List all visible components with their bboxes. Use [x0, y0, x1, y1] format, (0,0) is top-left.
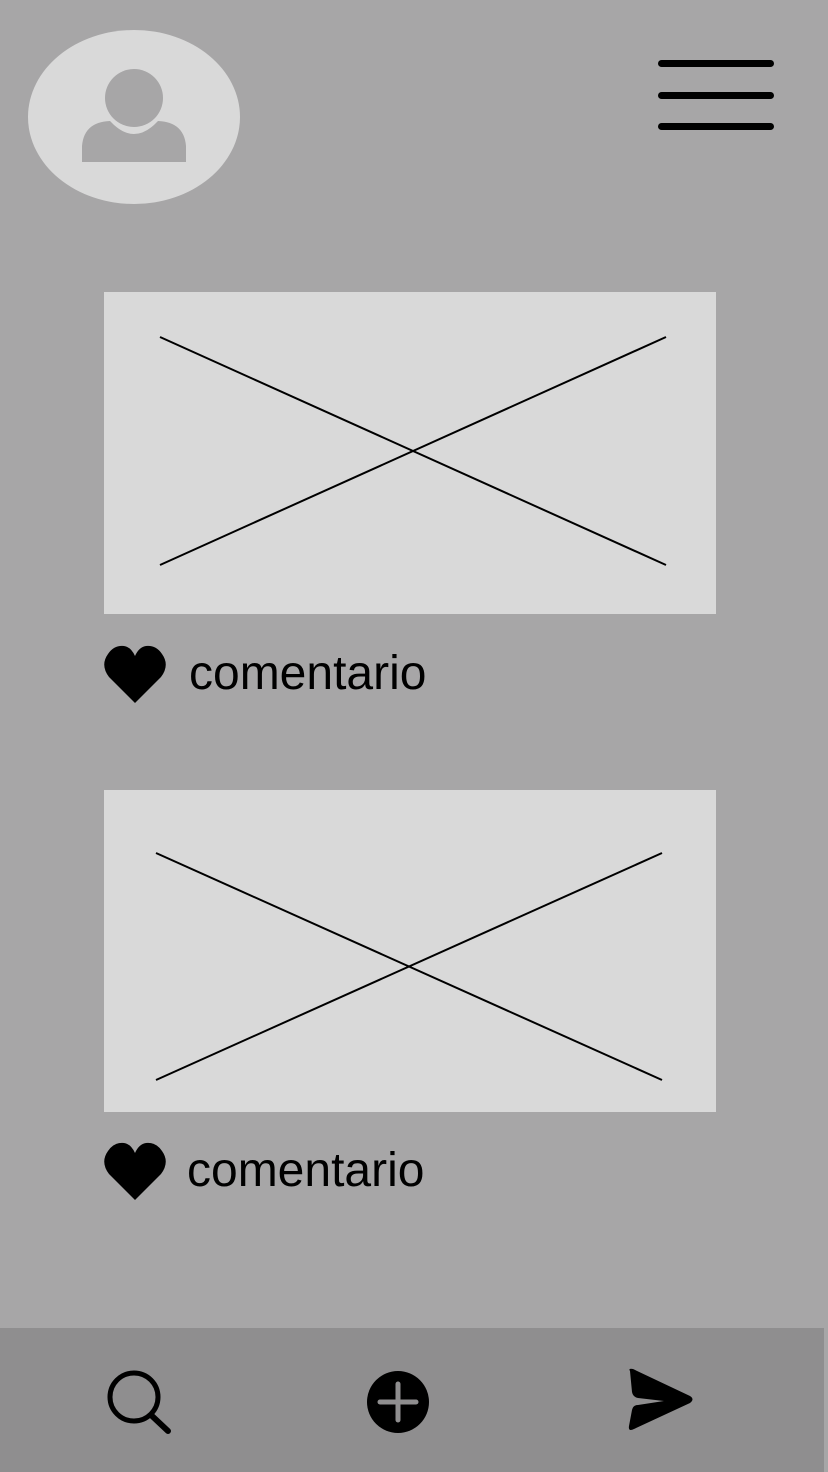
send-icon: [628, 1368, 693, 1430]
user-icon: [82, 69, 186, 162]
hamburger-menu-line: [658, 92, 774, 99]
search-icon: [107, 1370, 171, 1434]
hamburger-menu-line: [658, 123, 774, 130]
heart-icon[interactable]: [104, 1142, 166, 1200]
heart-icon[interactable]: [104, 645, 166, 703]
comment-link[interactable]: comentario: [189, 650, 426, 698]
menu-button[interactable]: [652, 54, 780, 138]
post-image[interactable]: [104, 790, 716, 1112]
profile-avatar[interactable]: [28, 30, 240, 204]
search-button[interactable]: [104, 1368, 172, 1436]
comment-link[interactable]: comentario: [187, 1147, 424, 1195]
post-actions: comentario: [104, 1141, 424, 1201]
bottom-navigation-bar: [0, 1328, 824, 1472]
image-placeholder-icon: [159, 336, 667, 566]
add-post-button[interactable]: [366, 1370, 430, 1434]
plus-circle-icon: [367, 1371, 429, 1433]
send-button[interactable]: [626, 1368, 694, 1434]
hamburger-menu-icon: [658, 60, 774, 67]
image-placeholder-icon: [155, 852, 663, 1081]
post-actions: comentario: [104, 644, 426, 704]
post-image[interactable]: [104, 292, 716, 614]
